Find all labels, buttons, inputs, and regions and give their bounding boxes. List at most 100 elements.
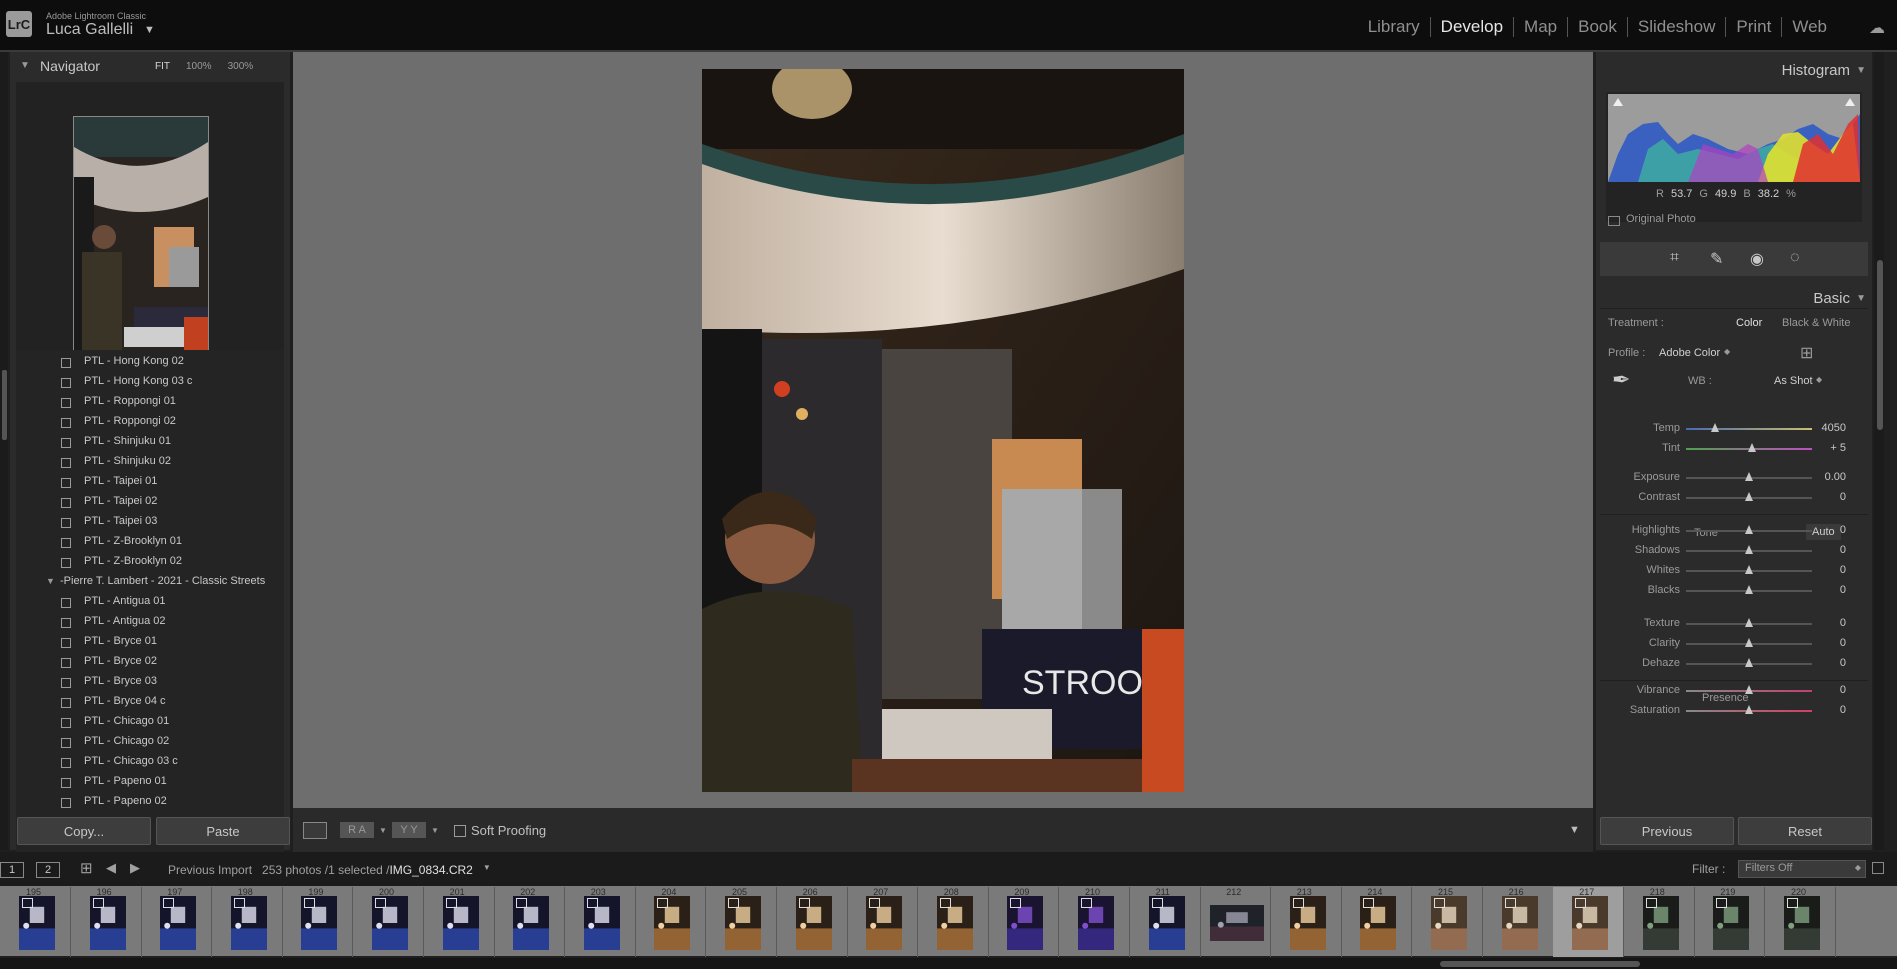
before-after-dropdown-icon[interactable]: ▼ [379, 826, 387, 835]
filmstrip-cell[interactable]: 217 [1553, 887, 1625, 957]
preset-item[interactable]: PTL - Papeno 02 [16, 792, 284, 812]
profile-browser-grid-icon[interactable]: ⊞ [1800, 343, 1813, 363]
filmstrip-thumbnail[interactable] [1210, 905, 1265, 941]
preset-item[interactable]: PTL - Antigua 02 [16, 612, 284, 632]
original-photo-checkbox[interactable] [1608, 216, 1620, 226]
filmstrip-cell[interactable]: 209 [988, 887, 1060, 957]
previous-button[interactable]: Previous [1600, 817, 1734, 845]
forward-arrow-icon[interactable]: ▶ [130, 860, 140, 876]
module-book[interactable]: Book [1568, 17, 1628, 37]
collapse-triangle-icon[interactable]: ▼ [1856, 65, 1866, 76]
preset-item[interactable]: PTL - Z-Brooklyn 02 [16, 552, 284, 572]
slider-value[interactable]: 0 [1840, 544, 1846, 556]
filmstrip-thumbnail[interactable] [654, 896, 691, 950]
preset-item[interactable]: PTL - Chicago 02 [16, 732, 284, 752]
filmstrip-thumbnail[interactable] [1360, 896, 1397, 950]
filmstrip-thumbnail[interactable] [19, 896, 55, 950]
preset-item[interactable]: PTL - Hong Kong 02 [16, 352, 284, 372]
slider-handle[interactable] [1745, 618, 1753, 627]
filmstrip-thumbnail[interactable] [1784, 896, 1820, 950]
filmstrip-cell[interactable]: 206 [777, 887, 848, 957]
filmstrip-cell[interactable]: 214 [1341, 887, 1413, 957]
filmstrip-cell[interactable]: 204 [635, 887, 707, 957]
zoom-100[interactable]: 100% [186, 61, 212, 72]
slider-value[interactable]: 0 [1840, 657, 1846, 669]
user-name[interactable]: Luca Gallelli [46, 21, 133, 39]
preset-item[interactable]: PTL - Papeno 01 [16, 772, 284, 792]
filmstrip-thumbnail[interactable] [1713, 896, 1750, 950]
preset-folder[interactable]: ▼ -Pierre T. Lambert - 2021 - Classic Str… [16, 572, 284, 592]
soft-proofing-checkbox[interactable] [454, 825, 466, 837]
filmstrip-thumbnail[interactable] [89, 896, 126, 950]
filmstrip-thumbnail[interactable] [1078, 896, 1114, 950]
slider-handle[interactable] [1745, 705, 1753, 714]
filmstrip-thumbnail[interactable] [160, 896, 197, 950]
slider-value[interactable]: 0 [1840, 617, 1846, 629]
filmstrip-cell[interactable]: 205 [706, 887, 777, 957]
main-photo[interactable]: STROOPBRO [702, 69, 1184, 792]
cloud-icon[interactable]: ☁ [1869, 18, 1885, 38]
collapse-triangle-icon[interactable]: ▼ [20, 60, 30, 71]
filmstrip-cell[interactable]: 208 [918, 887, 989, 957]
slider-value[interactable]: 0 [1840, 584, 1846, 596]
slider-track[interactable] [1686, 428, 1812, 430]
filmstrip-thumbnail[interactable] [1501, 896, 1538, 950]
wb-select[interactable]: As Shot [1774, 375, 1813, 387]
filmstrip-thumbnail[interactable] [1572, 896, 1609, 950]
filmstrip-thumbnail[interactable] [1007, 896, 1044, 950]
copy-button[interactable]: Copy... [17, 817, 151, 845]
right-scrollbar-thumb[interactable] [1877, 260, 1883, 430]
slider-handle[interactable] [1745, 492, 1753, 501]
slider-handle[interactable] [1745, 545, 1753, 554]
module-slideshow[interactable]: Slideshow [1628, 17, 1727, 37]
slider-handle[interactable] [1745, 585, 1753, 594]
right-scrollbar[interactable] [1874, 52, 1884, 850]
filmstrip-cell[interactable]: 197 [141, 887, 213, 957]
treatment-color[interactable]: Color [1736, 317, 1762, 329]
reset-button[interactable]: Reset [1738, 817, 1872, 845]
filmstrip-thumbnail[interactable] [866, 896, 903, 950]
filter-select[interactable]: Filters Off ◆ [1738, 860, 1866, 878]
source-label[interactable]: Previous Import [168, 863, 252, 877]
secondary-display-button[interactable]: 2 [36, 862, 60, 878]
filmstrip-cell[interactable]: 218 [1624, 887, 1695, 957]
filmstrip-thumbnail[interactable] [1431, 896, 1467, 950]
filmstrip-cell[interactable]: 213 [1271, 887, 1342, 957]
folder-triangle-icon[interactable]: ▼ [46, 576, 55, 586]
slider-handle[interactable] [1710, 423, 1719, 432]
filmstrip-cell[interactable]: 215 [1412, 887, 1483, 957]
module-develop[interactable]: Develop [1431, 17, 1515, 37]
before-after-button[interactable]: R A [340, 822, 374, 838]
filmstrip-thumbnail[interactable] [583, 896, 620, 950]
slider-value[interactable]: 0 [1840, 491, 1846, 503]
module-web[interactable]: Web [1782, 17, 1837, 37]
slider-value[interactable]: 4050 [1822, 422, 1846, 434]
filmstrip-cell[interactable]: 212 [1200, 887, 1272, 957]
zoom-fit[interactable]: FIT [155, 61, 170, 72]
filter-lock-icon[interactable] [1872, 862, 1884, 874]
filter-dropdown-icon[interactable]: ◆ [1855, 863, 1861, 872]
profile-dropdown-icon[interactable]: ◆ [1724, 347, 1730, 356]
preset-item[interactable]: PTL - Chicago 03 c [16, 752, 284, 772]
histogram-graph[interactable] [1608, 94, 1860, 182]
filmstrip-cell[interactable]: 207 [847, 887, 919, 957]
user-menu-arrow-icon[interactable]: ▼ [144, 24, 155, 36]
filmstrip-cell[interactable]: 216 [1483, 887, 1554, 957]
loupe-view-button[interactable] [303, 822, 327, 839]
filmstrip-cell[interactable]: 220 [1765, 887, 1836, 957]
module-print[interactable]: Print [1726, 17, 1783, 37]
preset-item[interactable]: PTL - Bryce 03 [16, 672, 284, 692]
preset-item[interactable]: PTL - Bryce 04 c [16, 692, 284, 712]
histogram-header[interactable]: Histogram ▼ [1596, 56, 1872, 84]
slider-handle[interactable] [1745, 638, 1753, 647]
filmstrip-thumbnail[interactable] [230, 896, 267, 950]
navigator-thumbnail[interactable] [73, 116, 209, 369]
preset-item[interactable]: PTL - Taipei 03 [16, 512, 284, 532]
filmstrip-thumbnail[interactable] [1148, 896, 1185, 950]
slider-value[interactable]: 0 [1840, 704, 1846, 716]
filmstrip-cell[interactable]: 202 [494, 887, 566, 957]
filmstrip-cell[interactable]: 198 [212, 887, 283, 957]
before-after-split-button[interactable]: Y Y [392, 822, 426, 838]
filmstrip-thumbnail[interactable] [442, 896, 479, 950]
slider-handle[interactable] [1745, 565, 1753, 574]
